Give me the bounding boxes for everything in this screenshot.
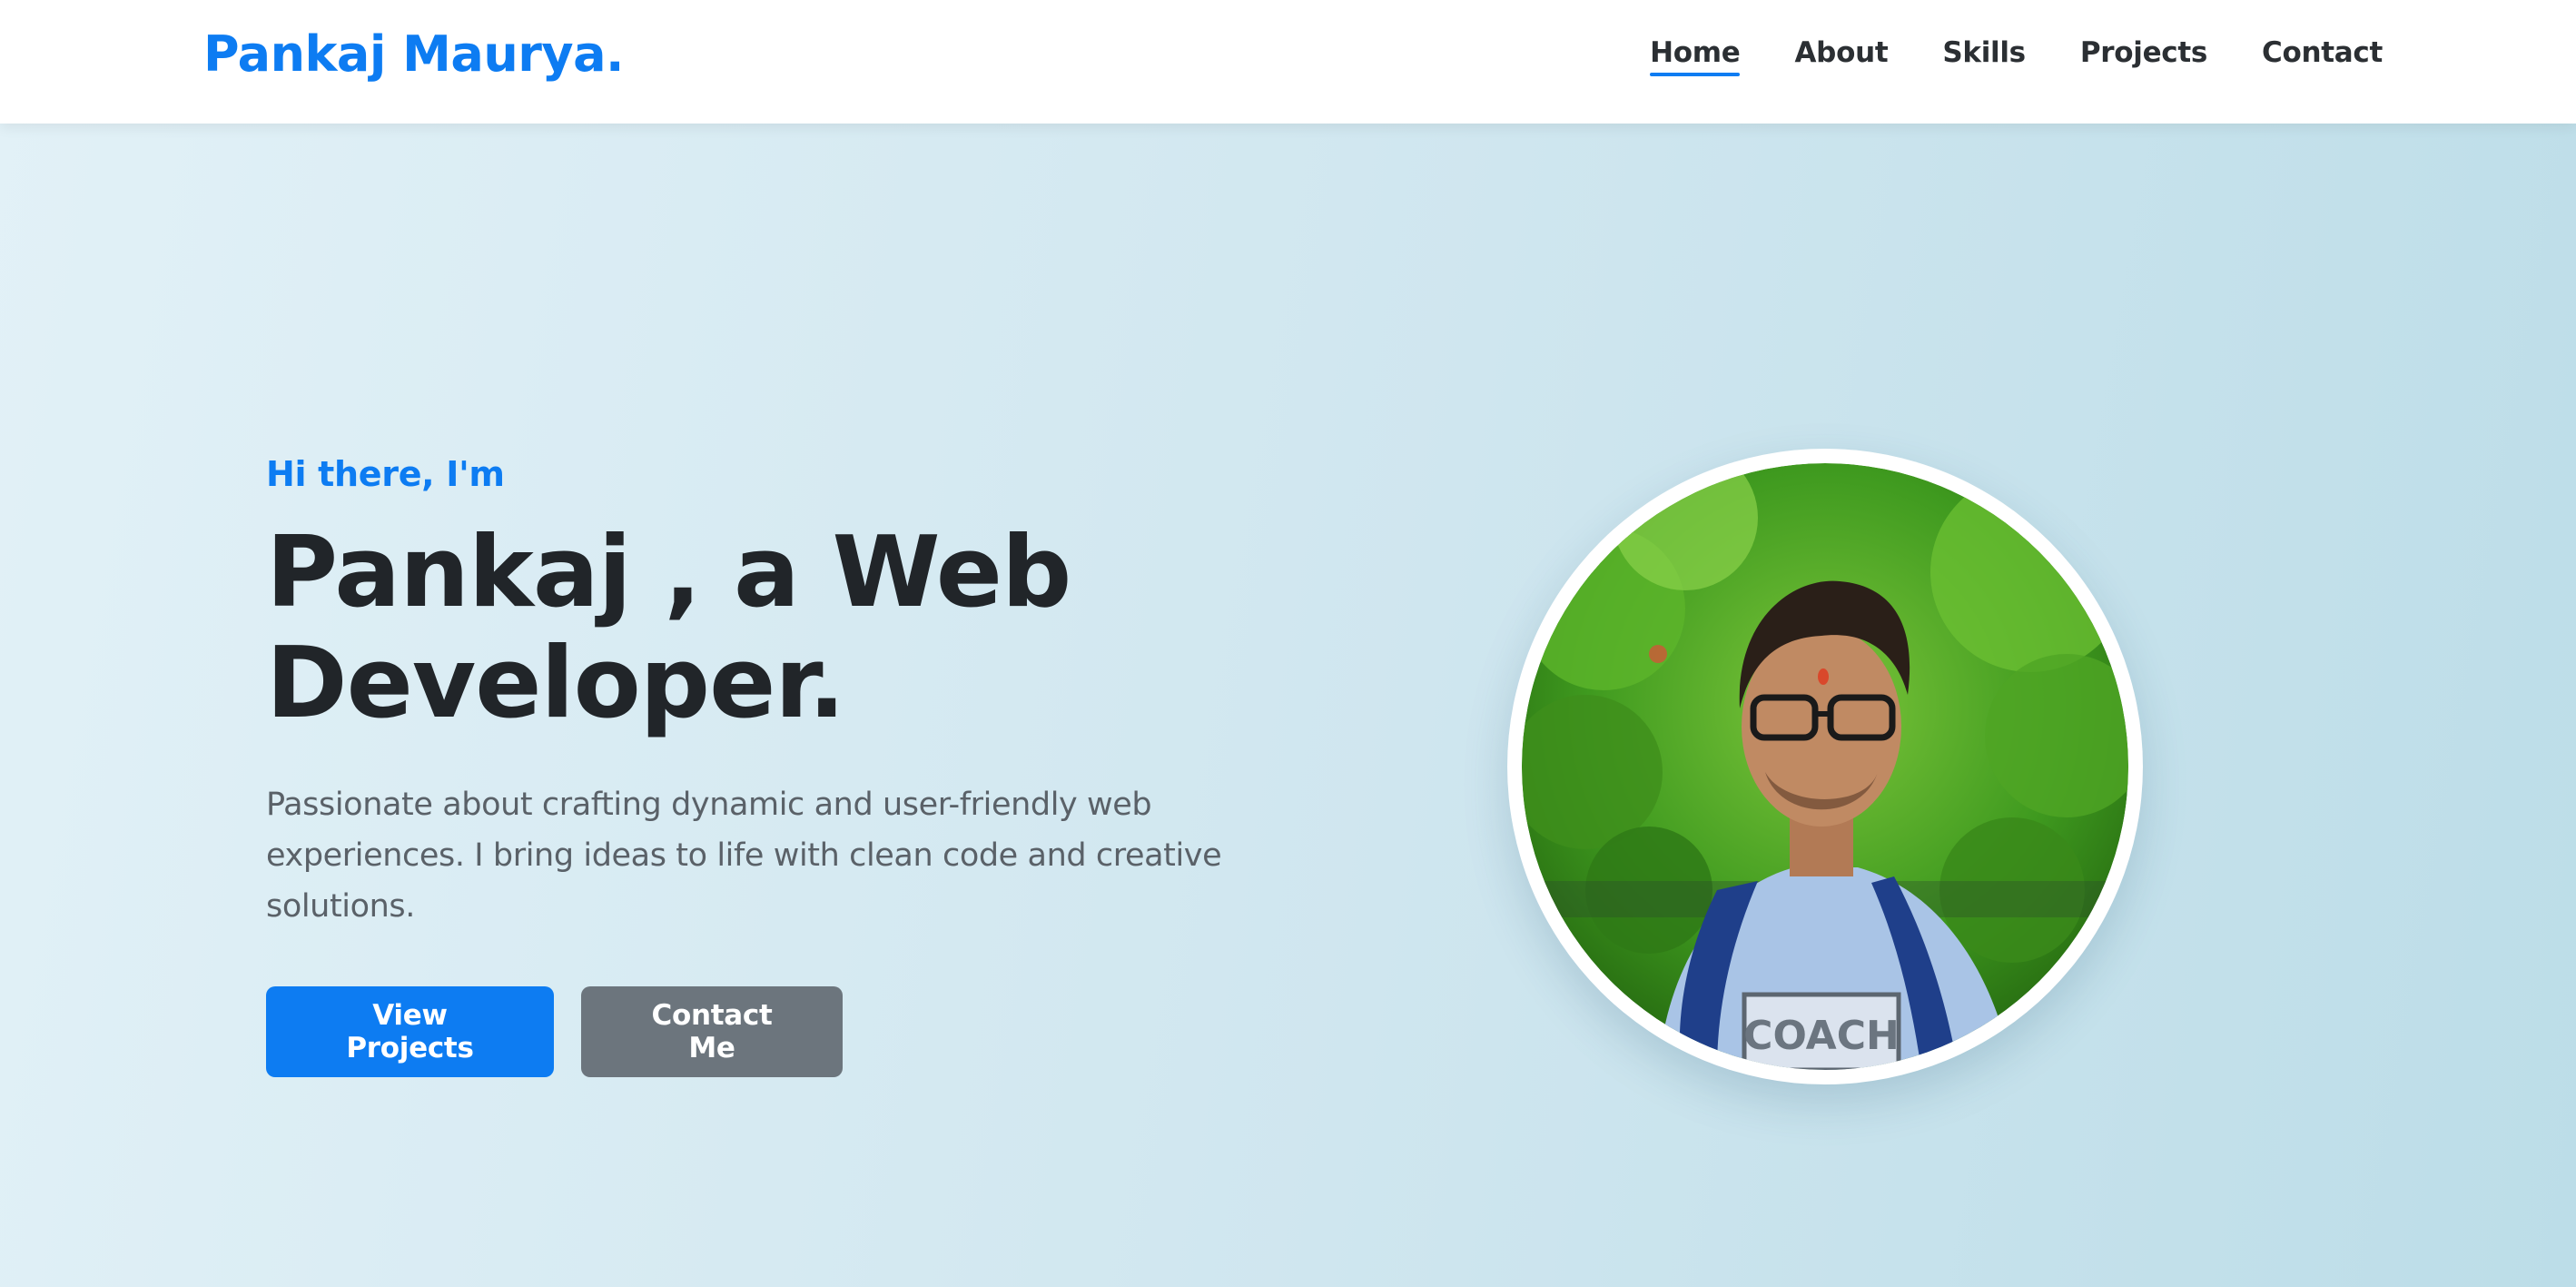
nav-link-home[interactable]: Home — [1650, 36, 1741, 76]
hero-greeting: Hi there, I'm — [266, 454, 505, 494]
hero-headline-line2: Developer. — [266, 627, 845, 740]
navbar: Pankaj Maurya. Home About Skills Project… — [0, 0, 2576, 124]
nav-link-skills[interactable]: Skills — [1942, 36, 2026, 76]
hero-headline-line1: Pankaj , a Web — [266, 516, 1071, 629]
contact-me-button[interactable]: Contact Me — [581, 986, 843, 1077]
brand-logo[interactable]: Pankaj Maurya. — [203, 25, 625, 83]
shirt-text: COACH — [1743, 1013, 1900, 1059]
hero-description: Passionate about crafting dynamic and us… — [266, 787, 1222, 925]
profile-photo: COACH — [1507, 449, 2143, 1084]
nav-links: Home About Skills Projects Contact — [1650, 36, 2383, 76]
nav-link-about[interactable]: About — [1794, 36, 1888, 76]
profile-photo-image: COACH — [1522, 463, 2128, 1070]
nav-link-projects[interactable]: Projects — [2080, 36, 2208, 76]
hero-section: Hi there, I'm Pankaj , a Web Developer. … — [266, 454, 1292, 1077]
nav-link-contact[interactable]: Contact — [2262, 36, 2383, 76]
hero-headline: Pankaj , a Web Developer. — [266, 518, 1292, 739]
hero-buttons: View Projects Contact Me — [266, 986, 1292, 1077]
view-projects-button[interactable]: View Projects — [266, 986, 554, 1077]
